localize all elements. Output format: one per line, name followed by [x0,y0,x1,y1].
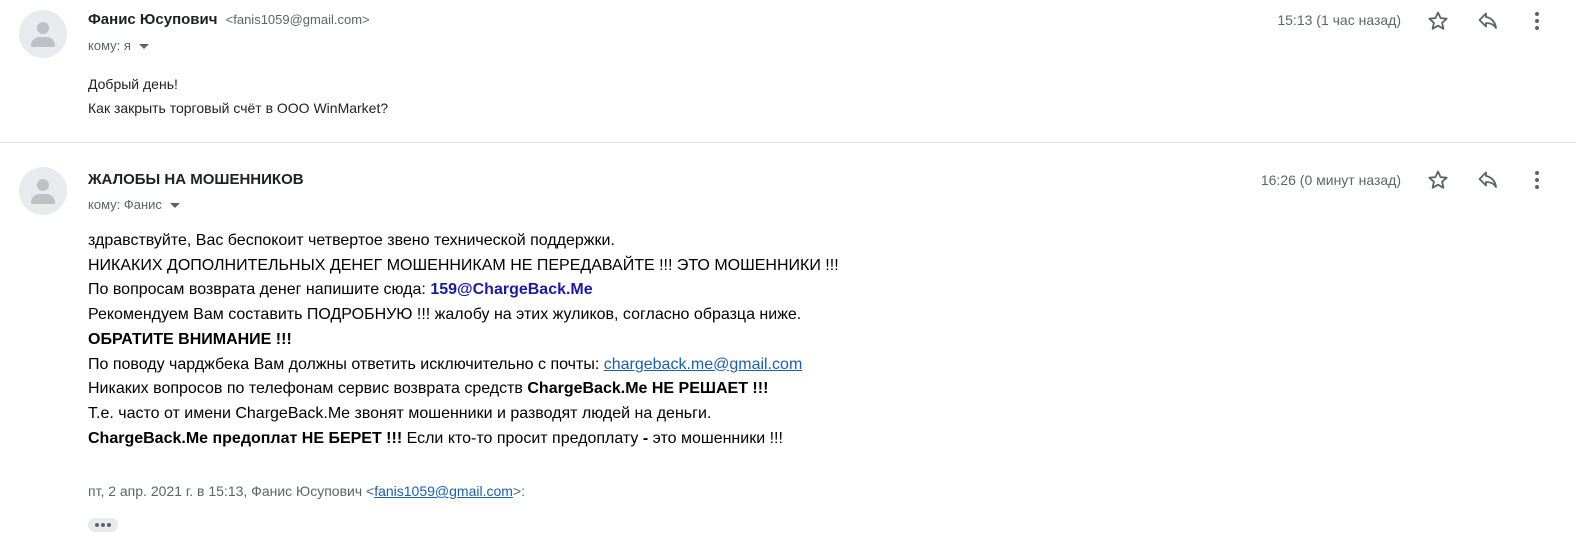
body-line: здравствуйте, Вас беспокоит четвертое зв… [88,232,615,249]
attention-heading: ОБРАТИТЕ ВНИМАНИЕ !!! [88,330,292,348]
message-body: Добрый день! Как закрыть торговый счёт в… [88,72,388,120]
sender-line: ЖАЛОБЫ НА МОШЕННИКОВ [88,171,304,188]
message-timestamp: 15:13 (1 час назад) [1277,12,1401,28]
message-body: здравствуйте, Вас беспокоит четвертое зв… [88,229,839,451]
more-vertical-icon [1535,171,1539,189]
email-thread: Фанис Юсупович <fanis1059@gmail.com> ком… [0,0,1576,557]
body-text: По поводу чарджбека Вам должны ответить … [88,355,604,373]
sender-name[interactable]: Фанис Юсупович [88,11,217,28]
avatar-body-shape [31,37,55,47]
star-outline-icon [1428,11,1448,30]
quote-header-text: пт, 2 апр. 2021 г. в 15:13, Фанис Юсупов… [88,483,375,499]
body-bold-text: ChargeBack.Me НЕ РЕШАЕТ !!! [527,380,769,398]
quoted-sender-email-link[interactable]: fanis1059@gmail.com [374,483,513,499]
recipient-label: кому: я [88,38,131,53]
sender-email: <fanis1059@gmail.com> [225,12,370,27]
body-line: По вопросам возврата денег напишите сюда… [88,278,839,303]
ellipsis-dot [95,523,99,527]
body-text: это мошенники !!! [648,429,783,447]
sender-avatar-icon [19,167,67,215]
chargeback-contact-link[interactable]: 159@ChargeBack.Me [430,281,592,298]
sender-line: Фанис Юсупович <fanis1059@gmail.com> [88,11,370,28]
reply-arrow-icon [1478,12,1497,29]
more-options-button[interactable] [1525,9,1549,33]
reply-button[interactable] [1476,168,1500,192]
body-line: Рекомендуем Вам составить ПОДРОБНУЮ !!! … [88,306,802,324]
body-line: Добрый день! [88,76,178,92]
body-line: По поводу чарджбека Вам должны ответить … [88,353,839,378]
body-line: Никаких вопросов по телефонам сервис воз… [88,377,839,402]
star-button[interactable] [1426,168,1450,192]
show-trimmed-content-button[interactable] [88,518,118,532]
quote-header-end: >: [512,483,525,499]
chevron-down-icon[interactable] [138,44,149,50]
more-options-button[interactable] [1525,168,1549,192]
recipient-line[interactable]: кому: Фанис [88,197,180,212]
body-line: ChargeBack.Me предоплат НЕ БЕРЕТ !!! Есл… [88,427,839,452]
body-text: По вопросам возврата денег напишите сюда… [88,281,431,299]
avatar-head-shape [37,22,49,34]
recipient-label: кому: Фанис [88,197,162,212]
ellipsis-dot [101,523,105,527]
more-vertical-icon [1535,12,1539,30]
quoted-message-header: пт, 2 апр. 2021 г. в 15:13, Фанис Юсупов… [88,483,525,499]
sender-name[interactable]: ЖАЛОБЫ НА МОШЕННИКОВ [88,171,304,188]
body-line: ОБРАТИТЕ ВНИМАНИЕ !!! [88,328,839,353]
chevron-down-icon[interactable] [169,203,180,209]
message-timestamp: 16:26 (0 минут назад) [1260,172,1401,188]
avatar-body-shape [31,194,55,204]
reply-arrow-icon [1478,171,1497,188]
sender-avatar-icon [19,10,67,58]
body-text: Никаких вопросов по телефонам сервис воз… [88,380,528,398]
star-button[interactable] [1426,9,1450,33]
chargeback-email-link[interactable]: chargeback.me@gmail.com [604,356,803,373]
message-2[interactable]: ЖАЛОБЫ НА МОШЕННИКОВ кому: Фанис 16:26 (… [0,142,1576,557]
message-1[interactable]: Фанис Юсупович <fanis1059@gmail.com> ком… [0,0,1576,142]
body-line: Т.е. часто от имени ChargeBack.Me звонят… [88,404,712,422]
recipient-line[interactable]: кому: я [88,38,149,53]
body-line: Как закрыть торговый счёт в ООО WinMarke… [88,100,389,116]
body-text: Если кто-то просит предоплату [402,429,643,447]
reply-button[interactable] [1476,9,1500,33]
avatar-head-shape [37,179,49,191]
ellipsis-dot [107,523,111,527]
body-line: НИКАКИХ ДОПОЛНИТЕЛЬНЫХ ДЕНЕГ МОШЕННИКАМ … [88,256,839,274]
body-bold-text: ChargeBack.Me предоплат НЕ БЕРЕТ !!! [88,429,403,447]
star-outline-icon [1428,170,1448,189]
